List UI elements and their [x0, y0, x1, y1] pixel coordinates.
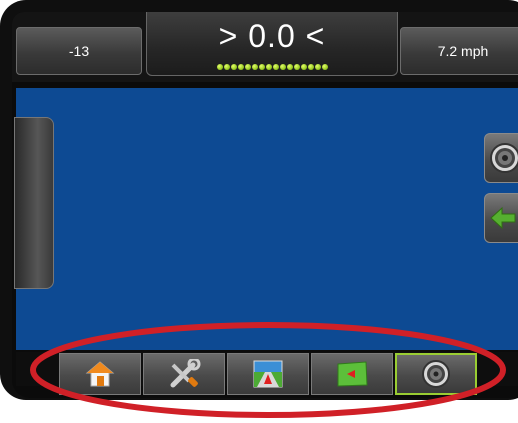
guidance-view-icon: [253, 360, 283, 388]
lightbar-led: [251, 64, 258, 70]
lightbar-led: [244, 64, 251, 70]
home-icon: [85, 361, 115, 387]
lightbar-led: [293, 64, 300, 70]
lightbar-led: [300, 64, 307, 70]
tab-tools[interactable]: [143, 353, 225, 395]
side-speaker-button[interactable]: [484, 133, 518, 183]
lightbar-led: [237, 64, 244, 70]
tab-guidance[interactable]: [227, 353, 309, 395]
map-icon: [337, 361, 368, 387]
lightbar-led: [265, 64, 272, 70]
tab-home[interactable]: [59, 353, 141, 395]
tools-icon: [170, 359, 201, 388]
side-back-button[interactable]: [484, 193, 518, 243]
lightbar-led: [223, 64, 230, 70]
back-arrow-icon: [490, 206, 516, 230]
speaker-icon: [490, 143, 518, 173]
lightbar-led: [307, 64, 314, 70]
lightbar-led: [230, 64, 237, 70]
map-view[interactable]: [16, 88, 518, 350]
lightbar-led: [321, 64, 328, 70]
cross-track-text: -13: [68, 43, 90, 59]
speaker-icon: [422, 360, 450, 388]
lightbar-panel: > 0.0 <: [146, 12, 398, 76]
lightbar-led: [279, 64, 286, 70]
cross-track-value[interactable]: -13: [16, 27, 142, 75]
lightbar-led: [314, 64, 321, 70]
lightbar-leds: [147, 64, 397, 70]
lightbar-led: [258, 64, 265, 70]
speed-value[interactable]: 7.2 mph: [400, 27, 518, 75]
tab-audio[interactable]: [395, 353, 477, 395]
lightbar-led: [272, 64, 279, 70]
xte-readout: > 0.0 <: [218, 18, 326, 54]
left-slide-out-tab[interactable]: [14, 117, 54, 289]
tab-map[interactable]: [311, 353, 393, 395]
lightbar-led: [286, 64, 293, 70]
lightbar-led: [216, 64, 223, 70]
speed-text: 7.2 mph: [437, 43, 489, 59]
